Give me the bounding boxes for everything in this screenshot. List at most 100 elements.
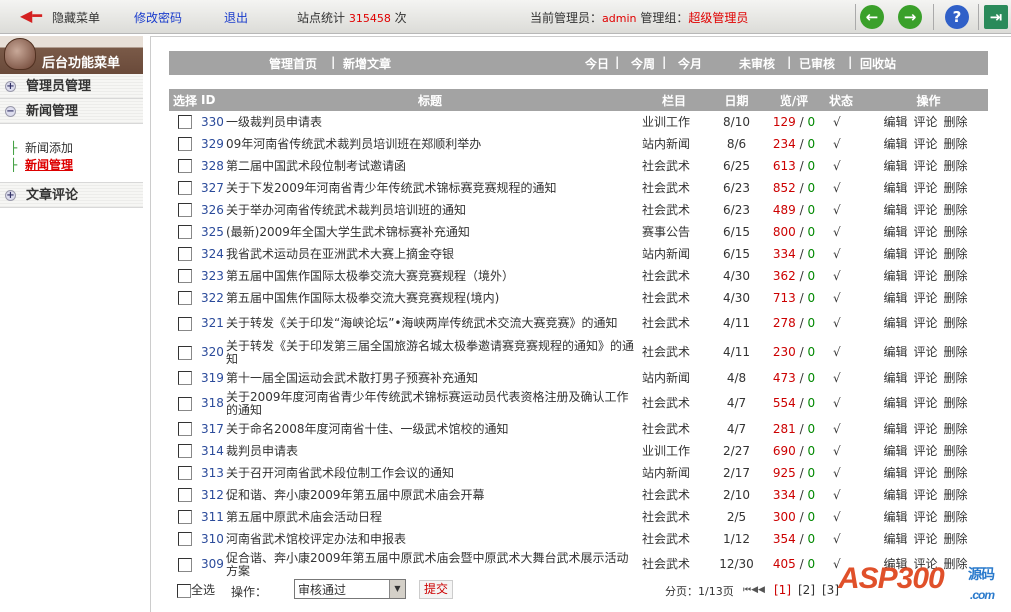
- toolbar-home-link[interactable]: 管理首页: [269, 55, 317, 72]
- forward-icon[interactable]: →: [898, 5, 922, 29]
- edit-link[interactable]: 编辑: [883, 291, 907, 305]
- comment-link[interactable]: 评论: [913, 203, 937, 217]
- comment-link[interactable]: 评论: [913, 291, 937, 305]
- edit-link[interactable]: 编辑: [883, 316, 907, 330]
- row-title[interactable]: 第五届中原武术庙会活动日程: [226, 506, 634, 528]
- hide-menu-link[interactable]: 隐藏菜单: [52, 9, 100, 26]
- row-checkbox[interactable]: [178, 532, 192, 546]
- comment-link[interactable]: 评论: [913, 466, 937, 480]
- comment-link[interactable]: 评论: [913, 269, 937, 283]
- row-checkbox[interactable]: [178, 557, 192, 572]
- submenu-news-add[interactable]: 新闻添加: [10, 140, 143, 157]
- row-title[interactable]: 09年河南省传统武术裁判员培训班在郑顺利举办: [226, 133, 634, 155]
- row-checkbox[interactable]: [178, 316, 192, 331]
- edit-link[interactable]: 编辑: [883, 181, 907, 195]
- edit-link[interactable]: 编辑: [883, 532, 907, 546]
- row-title[interactable]: 一级裁判员申请表: [226, 111, 634, 133]
- edit-link[interactable]: 编辑: [883, 137, 907, 151]
- comment-link[interactable]: 评论: [913, 510, 937, 524]
- row-checkbox[interactable]: [178, 510, 192, 524]
- filter-month[interactable]: 今月: [678, 55, 702, 72]
- comment-link[interactable]: 评论: [913, 345, 937, 359]
- delete-link[interactable]: 删除: [944, 371, 968, 385]
- logout-link[interactable]: 退出: [224, 9, 248, 26]
- row-title[interactable]: 促和谐、奔小康2009年第五届中原武术庙会开幕: [226, 484, 634, 506]
- row-checkbox[interactable]: [178, 466, 192, 480]
- toolbar-add-article-link[interactable]: 新增文章: [343, 55, 391, 72]
- comment-link[interactable]: 评论: [913, 444, 937, 458]
- delete-link[interactable]: 删除: [944, 532, 968, 546]
- comment-link[interactable]: 评论: [913, 115, 937, 129]
- row-checkbox[interactable]: [178, 444, 192, 458]
- comment-link[interactable]: 评论: [913, 396, 937, 410]
- row-title[interactable]: 第十一届全国运动会武术散打男子预赛补充通知: [226, 367, 634, 389]
- sidebar-item-admin-management[interactable]: + 管理员管理: [0, 74, 143, 99]
- edit-link[interactable]: 编辑: [883, 396, 907, 410]
- filter-week[interactable]: 今周: [631, 55, 655, 72]
- edit-link[interactable]: 编辑: [883, 444, 907, 458]
- row-title[interactable]: 关于命名2008年度河南省十佳、一级武术馆校的通知: [226, 418, 634, 440]
- row-checkbox[interactable]: [178, 181, 192, 195]
- row-checkbox[interactable]: [178, 247, 192, 261]
- comment-link[interactable]: 评论: [913, 422, 937, 436]
- row-title[interactable]: 第五届中国焦作国际太极拳交流大赛竞赛规程(境内): [226, 287, 634, 309]
- edit-link[interactable]: 编辑: [883, 159, 907, 173]
- delete-link[interactable]: 删除: [944, 345, 968, 359]
- delete-link[interactable]: 删除: [944, 247, 968, 261]
- chevron-down-icon[interactable]: ▼: [389, 580, 405, 598]
- comment-link[interactable]: 评论: [913, 137, 937, 151]
- delete-link[interactable]: 删除: [944, 444, 968, 458]
- edit-link[interactable]: 编辑: [883, 203, 907, 217]
- edit-link[interactable]: 编辑: [883, 247, 907, 261]
- row-checkbox[interactable]: [178, 396, 192, 411]
- row-checkbox[interactable]: [178, 371, 192, 385]
- comment-link[interactable]: 评论: [913, 159, 937, 173]
- comment-link[interactable]: 评论: [913, 488, 937, 502]
- edit-link[interactable]: 编辑: [883, 510, 907, 524]
- delete-link[interactable]: 删除: [944, 269, 968, 283]
- row-checkbox[interactable]: [178, 159, 192, 173]
- row-title[interactable]: 第二届中国武术段位制考试邀请函: [226, 155, 634, 177]
- row-checkbox[interactable]: [178, 422, 192, 436]
- row-title[interactable]: 关于转发《关于印发第三届全国旅游名城太极拳邀请赛竞赛规程的通知》的通知: [226, 338, 634, 367]
- page-1[interactable]: [1]: [774, 583, 791, 597]
- row-checkbox[interactable]: [178, 225, 192, 239]
- row-title[interactable]: 关于转发《关于印发“海峡论坛”•海峡两岸传统武术交流大赛竞赛》的通知: [226, 309, 634, 338]
- exit-icon[interactable]: ⇥: [984, 5, 1008, 29]
- delete-link[interactable]: 删除: [944, 291, 968, 305]
- first-prev-page-icon[interactable]: ⏮◀◀: [743, 585, 765, 595]
- row-title[interactable]: 关于召开河南省武术段位制工作会议的通知: [226, 462, 634, 484]
- filter-unreviewed[interactable]: 未审核: [739, 55, 775, 72]
- comment-link[interactable]: 评论: [913, 316, 937, 330]
- delete-link[interactable]: 删除: [944, 159, 968, 173]
- comment-link[interactable]: 评论: [913, 247, 937, 261]
- row-title[interactable]: 第五届中国焦作国际太极拳交流大赛竞赛规程（境外）: [226, 265, 634, 287]
- delete-link[interactable]: 删除: [944, 137, 968, 151]
- operation-select[interactable]: 审核通过 ▼: [294, 579, 406, 599]
- filter-recycle-bin[interactable]: 回收站: [860, 55, 896, 72]
- row-title[interactable]: 关于举办河南省传统武术裁判员培训班的通知: [226, 199, 634, 221]
- row-title[interactable]: 关于2009年度河南省青少年传统武术锦标赛运动员代表资格注册及确认工作的通知: [226, 389, 634, 418]
- row-checkbox[interactable]: [178, 488, 192, 502]
- delete-link[interactable]: 删除: [944, 181, 968, 195]
- delete-link[interactable]: 删除: [944, 203, 968, 217]
- comment-link[interactable]: 评论: [913, 371, 937, 385]
- page-2[interactable]: [2]: [798, 583, 815, 597]
- comment-link[interactable]: 评论: [913, 225, 937, 239]
- back-arrow-icon[interactable]: ◀━: [20, 6, 42, 25]
- row-title[interactable]: 我省武术运动员在亚洲武术大赛上摘金夺银: [226, 243, 634, 265]
- edit-link[interactable]: 编辑: [883, 422, 907, 436]
- row-title[interactable]: (最新)2009年全国大学生武术锦标赛补充通知: [226, 221, 634, 243]
- filter-reviewed[interactable]: 已审核: [799, 55, 835, 72]
- comment-link[interactable]: 评论: [913, 532, 937, 546]
- change-password-link[interactable]: 修改密码: [134, 9, 182, 26]
- row-title[interactable]: 关于下发2009年河南省青少年传统武术锦标赛竞赛规程的通知: [226, 177, 634, 199]
- delete-link[interactable]: 删除: [944, 396, 968, 410]
- select-all-checkbox[interactable]: [177, 583, 191, 598]
- submit-button[interactable]: 提交: [419, 580, 454, 599]
- row-title[interactable]: 促合谐、奔小康2009年第五届中原武术庙会暨中原武术大舞台武术展示活动方案: [226, 550, 634, 579]
- delete-link[interactable]: 删除: [944, 225, 968, 239]
- back-icon[interactable]: ←: [860, 5, 884, 29]
- edit-link[interactable]: 编辑: [883, 269, 907, 283]
- edit-link[interactable]: 编辑: [883, 371, 907, 385]
